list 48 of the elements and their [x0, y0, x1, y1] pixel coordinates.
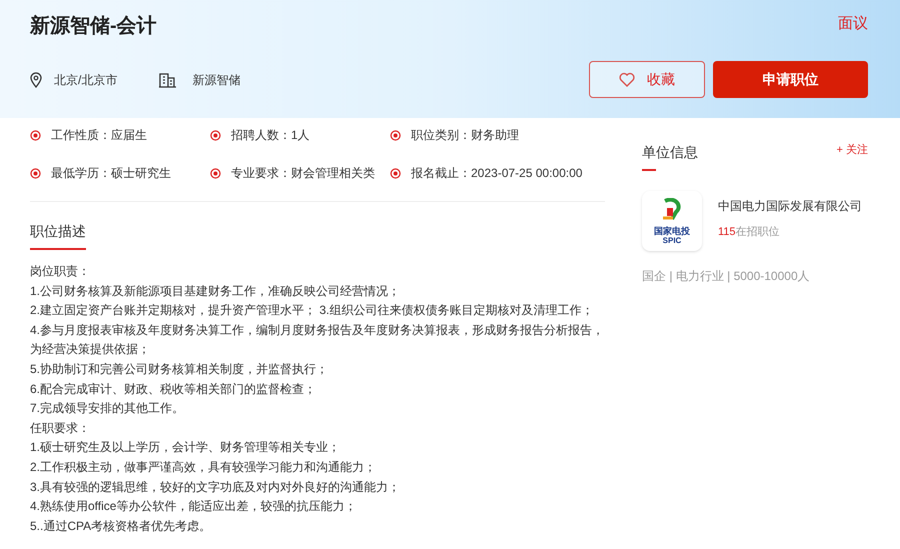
fact-value: 1人 [291, 127, 310, 144]
building-icon [159, 72, 176, 88]
favorite-button[interactable]: 收藏 [589, 61, 705, 98]
apply-button[interactable]: 申请职位 [713, 61, 868, 98]
description-line: 4.参与月度报表审核及年度财务决算工作，编制月度财务报告及年度财务决算报表，形成财务报告分析报告，为经营决策提供依据； [30, 322, 605, 358]
description-line: 4.熟练使用office等办公软件，能适应出差，较强的抗压能力； [30, 498, 358, 516]
job-title: 新源智储-会计 [30, 14, 157, 39]
description-line: 3.具有较强的逻辑思维，较好的文字功底及对内对外良好的沟通能力； [30, 478, 402, 496]
description-line: 2.工作积极主动，做事严谨高效，具有较强学习能力和沟通能力； [30, 458, 378, 476]
section-tab[interactable]: 职位描述 [30, 223, 86, 239]
fact-value: 应届生 [111, 127, 147, 144]
fact-label: 招聘人数： [231, 127, 291, 144]
bullet-icon [210, 130, 221, 140]
unit-name: 中国电力国际发展有限公司 [718, 198, 862, 215]
description-line: 7.完成领导安排的其他工作。 [30, 400, 186, 418]
fact-label: 工作性质： [51, 127, 111, 144]
bullet-icon [30, 130, 41, 140]
description-line: 1.公司财务核算及新能源项目基建财务工作，准确反映公司经营情况； [30, 282, 402, 300]
fact-label: 职位类别： [411, 127, 471, 144]
description-line: 任职要求： [30, 420, 91, 437]
bullet-icon [390, 168, 401, 178]
fact-label: 最低学历： [51, 165, 111, 182]
heart-icon [619, 72, 635, 87]
description-line: 5..通过CPA考核资格者优先考虑。 [30, 518, 212, 535]
panel-title: 单位信息 [642, 143, 698, 162]
bullet-icon [210, 168, 221, 178]
open-positions: 115在招职位 [718, 225, 781, 240]
fact-value: 财务助理 [471, 127, 519, 144]
follow-link[interactable]: + 关注 [836, 142, 868, 158]
salary: 面议 [838, 14, 868, 34]
description-line: 6.配合完成审计、财政、税收等相关部门的监督检查； [30, 380, 318, 398]
fact-value: 财会管理相关类 [291, 165, 375, 182]
location: 北京/北京市 [54, 72, 118, 88]
description-line: 1.硕士研究生及以上学历，会计学、财务管理等相关专业； [30, 439, 342, 456]
logo-subtext: SPIC [662, 236, 682, 244]
fact-value: 硕士研究生 [111, 165, 171, 182]
fact-value: 2023-07-25 00:00:00 [471, 165, 582, 182]
description-line: 5.协助制订和完善公司财务核算相关制度，并监督执行； [30, 360, 330, 378]
bullet-icon [390, 130, 401, 140]
fact-label: 报名截止： [411, 165, 471, 182]
logo-text: 国家电投 [654, 226, 690, 236]
bullet-icon [30, 168, 41, 178]
company-name: 新源智储 [192, 72, 240, 88]
description-line: 岗位职责： [30, 263, 91, 280]
location-pin-icon [30, 72, 42, 88]
unit-meta: 国企 | 电力行业 | 5000-10000人 [642, 268, 811, 285]
fact-label: 专业要求： [231, 165, 291, 182]
description-line: 2.建立固定资产台账并定期核对，提升资产管理水平； 3.组织公司往来债权债务账目定期核对及清理工作； [30, 302, 594, 320]
